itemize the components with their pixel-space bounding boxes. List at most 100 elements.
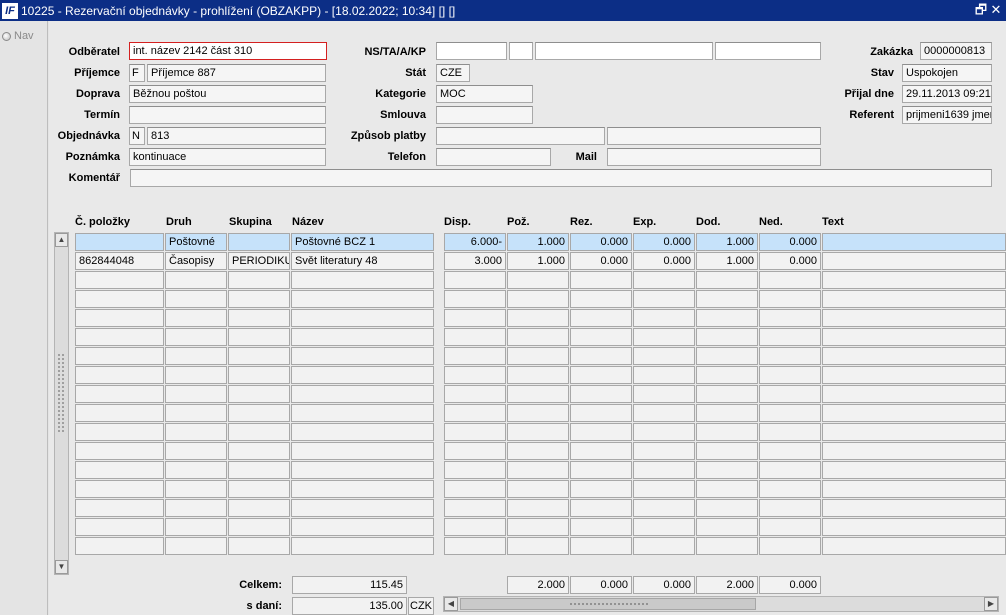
cell-cislo[interactable] (75, 480, 164, 498)
scroll-left-icon[interactable]: ◀ (444, 597, 458, 611)
cell-druh[interactable] (165, 442, 227, 460)
cell-poz[interactable] (507, 290, 569, 308)
ta-field[interactable] (509, 42, 533, 60)
cell-druh[interactable] (165, 480, 227, 498)
cell-poz[interactable] (507, 347, 569, 365)
cell-cislo[interactable] (75, 423, 164, 441)
cell-disp[interactable] (444, 366, 506, 384)
cell-cislo[interactable] (75, 347, 164, 365)
cell-text[interactable] (822, 271, 1006, 289)
cell-disp[interactable] (444, 290, 506, 308)
cell-exp[interactable] (633, 309, 695, 327)
cell-poz[interactable]: 1.000 (507, 252, 569, 270)
cell-text[interactable] (822, 480, 1006, 498)
cell-exp[interactable] (633, 385, 695, 403)
cell-disp[interactable] (444, 404, 506, 422)
cell-dod[interactable] (696, 480, 758, 498)
komentar-field[interactable] (130, 169, 992, 187)
cell-cislo[interactable]: 862844048 (75, 252, 164, 270)
cell-rez[interactable] (570, 290, 632, 308)
stav-field[interactable]: Uspokojen (902, 64, 992, 82)
cell-nazev[interactable] (291, 328, 434, 346)
cell-cislo[interactable] (75, 499, 164, 517)
cell-poz[interactable] (507, 423, 569, 441)
cell-dod[interactable] (696, 366, 758, 384)
cell-druh[interactable] (165, 385, 227, 403)
cell-disp[interactable] (444, 480, 506, 498)
cell-druh[interactable] (165, 328, 227, 346)
cell-skupina[interactable] (228, 271, 290, 289)
cell-rez[interactable] (570, 518, 632, 536)
cell-nazev[interactable]: Svět literatury 48 (291, 252, 434, 270)
cell-poz[interactable] (507, 404, 569, 422)
mail-field[interactable] (607, 148, 821, 166)
cell-disp[interactable] (444, 347, 506, 365)
a-field[interactable] (535, 42, 713, 60)
cell-ned[interactable] (759, 309, 821, 327)
kp-field[interactable] (715, 42, 821, 60)
cell-disp[interactable] (444, 271, 506, 289)
cell-nazev[interactable] (291, 347, 434, 365)
cell-rez[interactable] (570, 347, 632, 365)
cell-nazev[interactable]: Poštovné BCZ 1 (291, 233, 434, 251)
cell-text[interactable] (822, 537, 1006, 555)
cell-text[interactable] (822, 404, 1006, 422)
cell-cislo[interactable] (75, 385, 164, 403)
cell-nazev[interactable] (291, 404, 434, 422)
cell-ned[interactable]: 0.000 (759, 252, 821, 270)
cell-skupina[interactable] (228, 233, 290, 251)
cell-cislo[interactable] (75, 271, 164, 289)
cell-druh[interactable]: Časopisy (165, 252, 227, 270)
cell-disp[interactable] (444, 518, 506, 536)
cell-disp[interactable] (444, 537, 506, 555)
cell-rez[interactable] (570, 537, 632, 555)
cell-rez[interactable]: 0.000 (570, 252, 632, 270)
cell-text[interactable] (822, 328, 1006, 346)
cell-skupina[interactable] (228, 290, 290, 308)
cell-druh[interactable] (165, 271, 227, 289)
cell-exp[interactable]: 0.000 (633, 252, 695, 270)
cell-text[interactable] (822, 290, 1006, 308)
cell-nazev[interactable] (291, 518, 434, 536)
cell-cislo[interactable] (75, 442, 164, 460)
cell-cislo[interactable] (75, 309, 164, 327)
cell-exp[interactable] (633, 366, 695, 384)
cell-ned[interactable] (759, 404, 821, 422)
termin-field[interactable] (129, 106, 326, 124)
cell-rez[interactable] (570, 423, 632, 441)
ns-field[interactable] (436, 42, 507, 60)
cell-poz[interactable] (507, 499, 569, 517)
cell-cislo[interactable] (75, 290, 164, 308)
cell-dod[interactable] (696, 423, 758, 441)
cell-exp[interactable] (633, 271, 695, 289)
cell-dod[interactable] (696, 537, 758, 555)
cell-exp[interactable] (633, 461, 695, 479)
cell-dod[interactable] (696, 290, 758, 308)
cell-nazev[interactable] (291, 309, 434, 327)
zpusob-platby-detail-field[interactable] (607, 127, 821, 145)
cell-poz[interactable]: 1.000 (507, 233, 569, 251)
cell-exp[interactable] (633, 480, 695, 498)
poznamka-field[interactable]: kontinuace (129, 148, 326, 166)
objednavka-type-field[interactable]: N (129, 127, 145, 145)
scroll-up-icon[interactable]: ▲ (55, 233, 68, 247)
cell-druh[interactable] (165, 423, 227, 441)
cell-dod[interactable] (696, 385, 758, 403)
stat-field[interactable]: CZE (436, 64, 470, 82)
cell-rez[interactable] (570, 404, 632, 422)
cell-rez[interactable] (570, 385, 632, 403)
cell-disp[interactable]: 6.000- (444, 233, 506, 251)
cell-exp[interactable] (633, 404, 695, 422)
referent-field[interactable]: prijmeni1639 jmen (902, 106, 992, 124)
cell-text[interactable] (822, 366, 1006, 384)
cell-rez[interactable] (570, 271, 632, 289)
objednavka-field[interactable]: 813 (147, 127, 326, 145)
cell-druh[interactable] (165, 309, 227, 327)
cell-skupina[interactable] (228, 499, 290, 517)
cell-cislo[interactable] (75, 233, 164, 251)
cell-rez[interactable] (570, 480, 632, 498)
cell-skupina[interactable] (228, 366, 290, 384)
cell-dod[interactable] (696, 442, 758, 460)
cell-poz[interactable] (507, 537, 569, 555)
cell-cislo[interactable] (75, 366, 164, 384)
